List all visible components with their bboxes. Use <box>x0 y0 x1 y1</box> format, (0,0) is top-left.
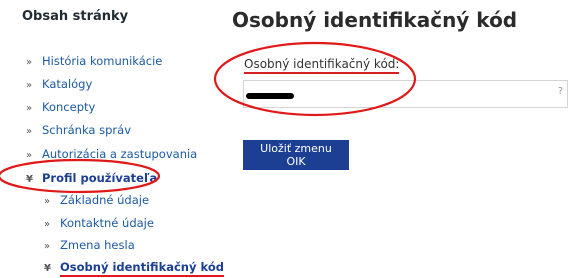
oik-field-label: Osobný identifikačný kód: <box>244 57 400 74</box>
sidebar-item-koncepty[interactable]: » Koncepty <box>26 100 95 114</box>
redacted-value-mark <box>246 93 294 99</box>
sidebar-subitem-kontaktne[interactable]: » Kontaktné údaje <box>44 216 154 230</box>
sidebar-item-historia[interactable]: » História komunikácie <box>26 54 162 68</box>
chevron-right-icon: » <box>44 219 51 230</box>
chevron-right-icon: » <box>44 196 51 207</box>
chevron-right-icon: » <box>44 241 51 252</box>
chevron-right-icon: » <box>26 150 33 161</box>
sidebar-subitem-zmena-hesla[interactable]: » Zmena hesla <box>44 238 135 252</box>
page-title: Osobný identifikačný kód <box>232 8 518 32</box>
chevron-right-icon: » <box>26 57 33 68</box>
help-icon[interactable]: ? <box>558 86 563 97</box>
sidebar-title: Obsah stránky <box>22 9 129 24</box>
sidebar-item-autorizacia[interactable]: » Autorizácia a zastupovania <box>26 147 197 161</box>
sidebar-item-schranka[interactable]: » Schránka správ <box>26 123 131 137</box>
chevron-right-icon: » <box>26 80 33 91</box>
chevron-down-icon: ¥ <box>26 174 33 185</box>
oik-input[interactable]: ? <box>243 80 568 108</box>
sidebar-subitem-oik[interactable]: ¥ Osobný identifikačný kód <box>44 260 224 277</box>
sidebar-item-katalogy[interactable]: » Katalógy <box>26 77 92 91</box>
chevron-right-icon: » <box>26 103 33 114</box>
sidebar-item-profil[interactable]: ¥ Profil používateľa <box>26 171 157 185</box>
sidebar-nav: Obsah stránky » História komunikácie » Kat… <box>0 0 224 278</box>
chevron-right-icon: » <box>26 126 33 137</box>
chevron-down-icon: ¥ <box>44 263 51 274</box>
sidebar-subitem-zakladne[interactable]: » Základné údaje <box>44 193 149 207</box>
save-oik-button[interactable]: Uložiť zmenu OIK <box>243 140 349 170</box>
